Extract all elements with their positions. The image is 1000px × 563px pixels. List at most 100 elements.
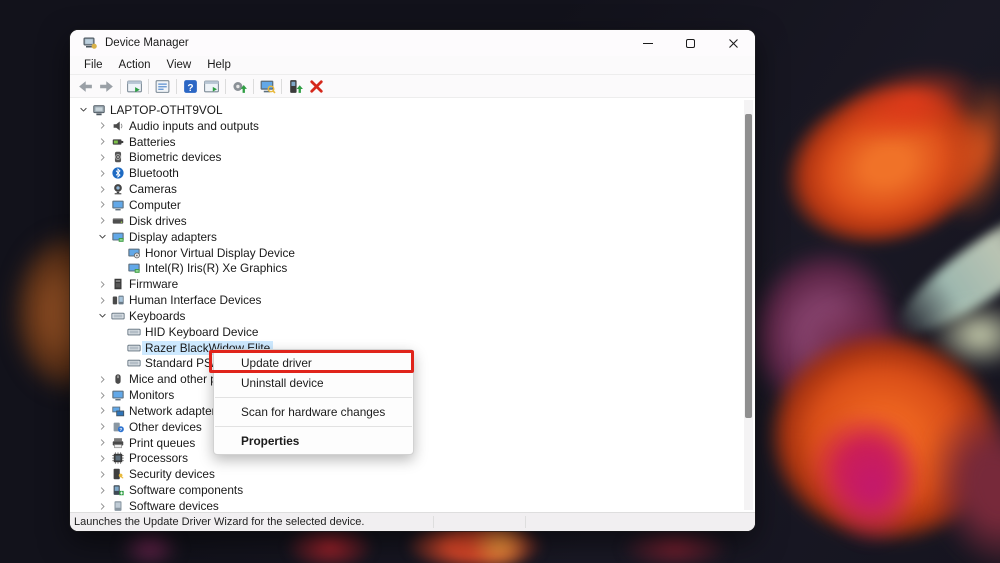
tree-row[interactable]: Biometric devices [70,150,743,166]
tree-row[interactable]: Firmware [70,276,743,292]
tree-indent [111,246,125,260]
tree-row[interactable]: Honor Virtual Display Device [70,245,743,261]
tree-label[interactable]: Software components [126,483,246,497]
tree-row[interactable]: Keyboards [70,308,743,324]
menu-action[interactable]: Action [111,59,159,71]
chevron-right-icon[interactable] [95,499,109,512]
window-action-button[interactable] [201,76,222,97]
context-menu-item-scan-for-hardware-changes[interactable]: Scan for hardware changes [214,402,413,422]
tree-label[interactable]: Software devices [126,499,222,512]
chevron-right-icon[interactable] [95,451,109,465]
tree-row[interactable]: Display adapters [70,229,743,245]
tree-label[interactable]: Print queues [126,436,198,450]
tree-row[interactable]: Software components [70,482,743,498]
menu-view[interactable]: View [159,59,200,71]
close-button[interactable] [712,30,755,56]
scrollbar-thumb[interactable] [745,114,752,418]
wallpaper-shape [620,526,730,563]
tree-label[interactable]: Firmware [126,277,181,291]
chevron-right-icon[interactable] [95,404,109,418]
context-menu-separator [214,422,413,431]
menu-help[interactable]: Help [199,59,239,71]
chevron-right-icon[interactable] [95,388,109,402]
update-driver-icon [287,78,304,95]
tree-label[interactable]: Computer [126,198,184,212]
chevron-right-icon[interactable] [95,119,109,133]
tree-label[interactable]: Processors [126,451,191,465]
chevron-right-icon[interactable] [95,198,109,212]
tree-label[interactable]: Other devices [126,420,205,434]
processor-icon [109,451,126,466]
tree-row[interactable]: Batteries [70,134,743,150]
context-menu-item-properties[interactable]: Properties [214,431,413,451]
update-driver-button[interactable] [285,76,306,97]
tree-label[interactable]: Monitors [126,388,177,402]
chevron-down-icon[interactable] [95,309,109,323]
tree-label[interactable]: Security devices [126,467,218,481]
chevron-down-icon[interactable] [76,103,90,117]
chevron-right-icon[interactable] [95,214,109,228]
scan-hardware-button[interactable] [257,76,278,97]
tree-label[interactable]: Batteries [126,135,179,149]
uninstall-device-button[interactable] [306,76,327,97]
chevron-right-icon[interactable] [95,150,109,164]
uninstall-device-icon [308,78,325,95]
chevron-right-icon[interactable] [95,182,109,196]
tree-label[interactable]: Keyboards [126,309,188,323]
help-button[interactable]: ? [180,76,201,97]
tree-label[interactable]: LAPTOP-OTHT9VOL [107,103,226,117]
chevron-right-icon[interactable] [95,436,109,450]
tree-row[interactable]: Bluetooth [70,165,743,181]
tree-label[interactable]: Network adapters [126,404,224,418]
chevron-right-icon[interactable] [95,483,109,497]
forward-arrow-button[interactable] [96,76,117,97]
toolbar-separator [225,79,226,94]
tree-row[interactable]: Cameras [70,181,743,197]
tree-label[interactable]: Biometric devices [126,150,224,164]
toolbar-separator [120,79,121,94]
chevron-right-icon[interactable] [95,420,109,434]
tree-label[interactable]: Audio inputs and outputs [126,119,262,133]
tree-row[interactable]: LAPTOP-OTHT9VOL [70,102,743,118]
tree-row[interactable]: HID Keyboard Device [70,324,743,340]
keyboard-icon [109,308,126,323]
firmware-icon [109,277,126,292]
tree-row[interactable]: Security devices [70,466,743,482]
tree-label[interactable]: HID Keyboard Device [142,325,261,339]
properties-button[interactable] [152,76,173,97]
minimize-button[interactable] [626,30,669,56]
tree-label[interactable]: Honor Virtual Display Device [142,246,298,260]
context-menu-item-uninstall-device[interactable]: Uninstall device [214,373,413,393]
tree-indent [111,341,125,355]
console-window-button[interactable] [124,76,145,97]
maximize-button[interactable] [669,30,712,56]
tree-label[interactable]: Intel(R) Iris(R) Xe Graphics [142,261,290,275]
tree-row[interactable]: Disk drives [70,213,743,229]
vertical-scrollbar[interactable] [744,100,753,510]
tree-label[interactable]: Bluetooth [126,166,182,180]
tree-label[interactable]: Human Interface Devices [126,293,264,307]
device-manager-icon [82,35,98,51]
context-menu-separator [214,393,413,402]
tree-label[interactable]: Display adapters [126,230,220,244]
chevron-right-icon[interactable] [95,372,109,386]
tree-indent [111,356,125,370]
tree-row[interactable]: Software devices [70,498,743,512]
chevron-right-icon[interactable] [95,277,109,291]
tree-row[interactable]: Audio inputs and outputs [70,118,743,134]
tree-row[interactable]: Computer [70,197,743,213]
back-arrow-button[interactable] [75,76,96,97]
chevron-right-icon[interactable] [95,166,109,180]
update-driver-software-button[interactable] [229,76,250,97]
title-bar[interactable]: Device Manager [70,30,755,56]
bluetooth-icon [109,166,126,181]
tree-row[interactable]: Intel(R) Iris(R) Xe Graphics [70,260,743,276]
tree-label[interactable]: Disk drives [126,214,190,228]
tree-label[interactable]: Cameras [126,182,180,196]
chevron-down-icon[interactable] [95,230,109,244]
tree-row[interactable]: Human Interface Devices [70,292,743,308]
chevron-right-icon[interactable] [95,135,109,149]
menu-file[interactable]: File [76,59,111,71]
chevron-right-icon[interactable] [95,293,109,307]
chevron-right-icon[interactable] [95,467,109,481]
